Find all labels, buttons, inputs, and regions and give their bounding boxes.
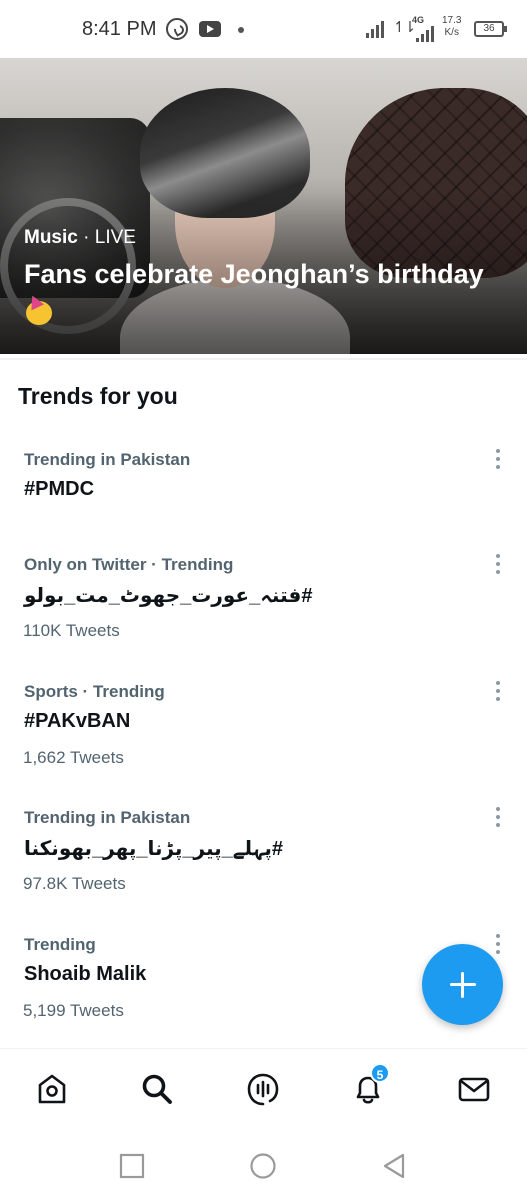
youtube-icon — [199, 21, 221, 37]
system-navigation-bar — [0, 1132, 527, 1200]
trend-context: Only on Twitter · Trending — [24, 555, 234, 574]
more-options-icon[interactable] — [493, 931, 503, 957]
trends-heading: Trends for you — [18, 383, 178, 409]
network-speed-value: 17.3 — [442, 15, 462, 26]
more-options-icon[interactable] — [493, 804, 503, 830]
hero-meta: Music · LIVE — [24, 226, 494, 250]
compose-tweet-button[interactable] — [422, 944, 503, 1025]
home-icon — [38, 1074, 66, 1104]
signal-4g-icon — [416, 22, 436, 42]
nav-notifications[interactable]: 5 — [350, 1063, 390, 1111]
trend-name: #پہلے_پیر_پڑنا_پھر_بھونکنا — [24, 838, 284, 860]
trend-name: Shoaib Malik — [24, 963, 147, 985]
hero-card[interactable]: Music · LIVE Fans celebrate Jeonghan’s b… — [0, 58, 527, 354]
whatsapp-icon — [166, 18, 188, 40]
notification-dot-icon — [238, 27, 244, 33]
trend-name: #فتنہ_عورت_جھوٹ_مت_بولو — [24, 585, 313, 607]
trend-count: 110K Tweets — [23, 621, 120, 640]
battery-icon: 36 — [474, 21, 507, 37]
trend-name: #PMDC — [24, 478, 95, 500]
nav-spaces[interactable] — [245, 1071, 285, 1111]
circle-icon — [250, 1153, 276, 1179]
divider — [0, 358, 527, 360]
hero-category: Music — [24, 227, 78, 248]
bottom-nav: 5 — [0, 1048, 527, 1132]
spaces-icon — [247, 1073, 279, 1106]
nav-messages[interactable] — [456, 1071, 496, 1111]
search-icon — [142, 1074, 172, 1104]
back-button[interactable] — [380, 1152, 408, 1180]
party-face-emoji-icon — [24, 292, 54, 325]
hero-title[interactable]: Fans celebrate Jeonghan’s birthday — [24, 256, 494, 330]
more-options-icon[interactable] — [493, 551, 503, 577]
trend-count: 5,199 Tweets — [23, 1001, 124, 1020]
trend-context: Trending in Pakistan — [24, 450, 191, 469]
trend-count: 97.8K Tweets — [23, 874, 126, 893]
square-icon — [119, 1153, 145, 1179]
nav-search[interactable] — [139, 1071, 179, 1111]
trend-context: Trending — [24, 935, 96, 954]
trend-name: #PAKvBAN — [24, 710, 131, 732]
messages-icon — [458, 1077, 490, 1102]
data-arrows-icon: ↿⇂ — [393, 19, 416, 36]
trend-context: Sports · Trending — [24, 682, 165, 701]
hero-title-text: Fans celebrate Jeonghan’s birthday — [24, 259, 484, 289]
signal-icon — [366, 18, 388, 38]
notification-badge: 5 — [370, 1063, 390, 1083]
home-button[interactable] — [249, 1152, 277, 1180]
nav-home[interactable] — [34, 1071, 74, 1111]
more-options-icon[interactable] — [493, 446, 503, 472]
network-speed-unit: K/s — [444, 27, 459, 38]
back-triangle-icon — [383, 1153, 405, 1179]
hero-caption: Music · LIVE Fans celebrate Jeonghan’s b… — [24, 226, 494, 330]
network-speed: 17.3 K/s — [442, 15, 461, 39]
status-time: 8:41 PM — [82, 18, 157, 40]
trend-context: Trending in Pakistan — [24, 808, 191, 827]
hero-separator: · — [77, 227, 95, 248]
hero-live-status: LIVE — [94, 227, 136, 248]
status-bar: 8:41 PM ↿⇂ 4G 17.3 K/s 36 — [0, 0, 527, 58]
more-options-icon[interactable] — [493, 678, 503, 704]
recent-apps-button[interactable] — [118, 1152, 146, 1180]
trend-count: 1,662 Tweets — [23, 748, 124, 767]
